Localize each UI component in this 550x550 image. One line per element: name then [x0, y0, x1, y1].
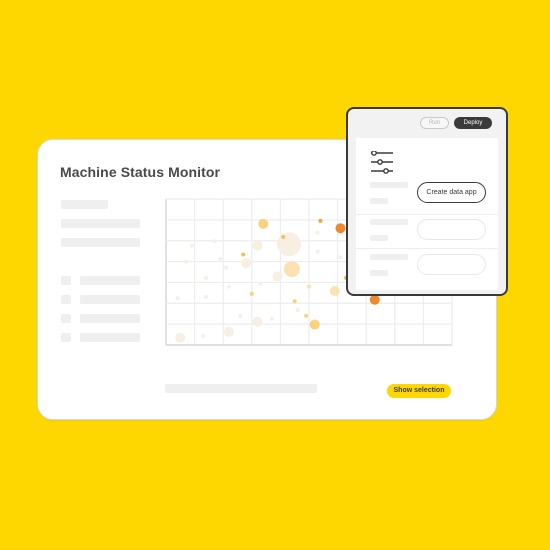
scatter-point[interactable]: [315, 230, 320, 235]
scatter-point[interactable]: [252, 240, 263, 251]
ghost-button[interactable]: [417, 254, 486, 275]
run-button[interactable]: Run: [420, 117, 449, 129]
scatter-point[interactable]: [184, 259, 189, 264]
scatter-point[interactable]: [204, 275, 209, 280]
scatter-point[interactable]: [283, 261, 300, 278]
create-data-app-button[interactable]: Create data app: [417, 182, 486, 203]
list-item-placeholder: [80, 276, 140, 285]
scatter-point[interactable]: [241, 252, 246, 257]
scatter-point[interactable]: [281, 234, 286, 239]
sliders-icon[interactable]: [370, 150, 394, 180]
scatter-point[interactable]: [252, 316, 263, 327]
scatter-point[interactable]: [238, 313, 243, 318]
panel-label-placeholder: [370, 254, 408, 260]
scatter-point[interactable]: [223, 326, 234, 337]
ghost-button[interactable]: [417, 219, 486, 240]
panel-value-placeholder: [370, 198, 388, 204]
page-title: Machine Status Monitor: [60, 164, 221, 180]
panel-label-placeholder: [370, 219, 408, 225]
show-selection-button[interactable]: Show selection: [387, 384, 451, 398]
scatter-point[interactable]: [338, 255, 343, 260]
scatter-point[interactable]: [258, 218, 269, 229]
scatter-point[interactable]: [295, 307, 300, 312]
list-bullet-placeholder: [61, 333, 71, 342]
scatter-point[interactable]: [258, 281, 263, 286]
scatter-point[interactable]: [304, 313, 309, 318]
x-axis-label-placeholder: [165, 384, 317, 393]
scatter-point[interactable]: [218, 256, 223, 261]
scatter-point[interactable]: [241, 258, 252, 269]
scatter-point[interactable]: [335, 223, 346, 234]
scatter-point[interactable]: [329, 285, 340, 296]
list-bullet-placeholder: [61, 276, 71, 285]
sidebar-header-placeholder: [61, 200, 108, 209]
scatter-point[interactable]: [272, 271, 283, 282]
scatter-point[interactable]: [175, 332, 186, 343]
panel-divider: [356, 214, 498, 215]
floating-panel: Run Deploy Create data app: [346, 107, 508, 296]
panel-value-placeholder: [370, 235, 388, 241]
scatter-point[interactable]: [318, 218, 323, 223]
scatter-point[interactable]: [226, 284, 231, 289]
scatter-point[interactable]: [175, 296, 180, 301]
deploy-button[interactable]: Deploy: [454, 117, 492, 129]
panel-label-placeholder: [370, 182, 408, 188]
list-item-placeholder: [80, 314, 140, 323]
scatter-point[interactable]: [249, 291, 254, 296]
scatter-point[interactable]: [212, 239, 217, 244]
list-bullet-placeholder: [61, 314, 71, 323]
scatter-point[interactable]: [307, 284, 311, 289]
list-item-placeholder: [80, 333, 140, 342]
sidebar-line-placeholder: [61, 238, 140, 247]
scatter-point[interactable]: [292, 299, 297, 304]
scatter-point[interactable]: [224, 265, 229, 270]
scatter-point[interactable]: [369, 294, 380, 305]
scatter-point[interactable]: [315, 249, 320, 254]
scatter-point[interactable]: [204, 294, 209, 299]
scatter-point[interactable]: [189, 243, 194, 248]
panel-value-placeholder: [370, 270, 388, 276]
scatter-point[interactable]: [201, 334, 206, 339]
scatter-point[interactable]: [309, 319, 320, 330]
list-item-placeholder: [80, 295, 140, 304]
panel-card: Create data app: [356, 138, 498, 290]
panel-divider: [356, 248, 498, 249]
scatter-point[interactable]: [269, 316, 274, 321]
sidebar-line-placeholder: [61, 219, 140, 228]
scatter-point[interactable]: [276, 232, 301, 257]
list-bullet-placeholder: [61, 295, 71, 304]
